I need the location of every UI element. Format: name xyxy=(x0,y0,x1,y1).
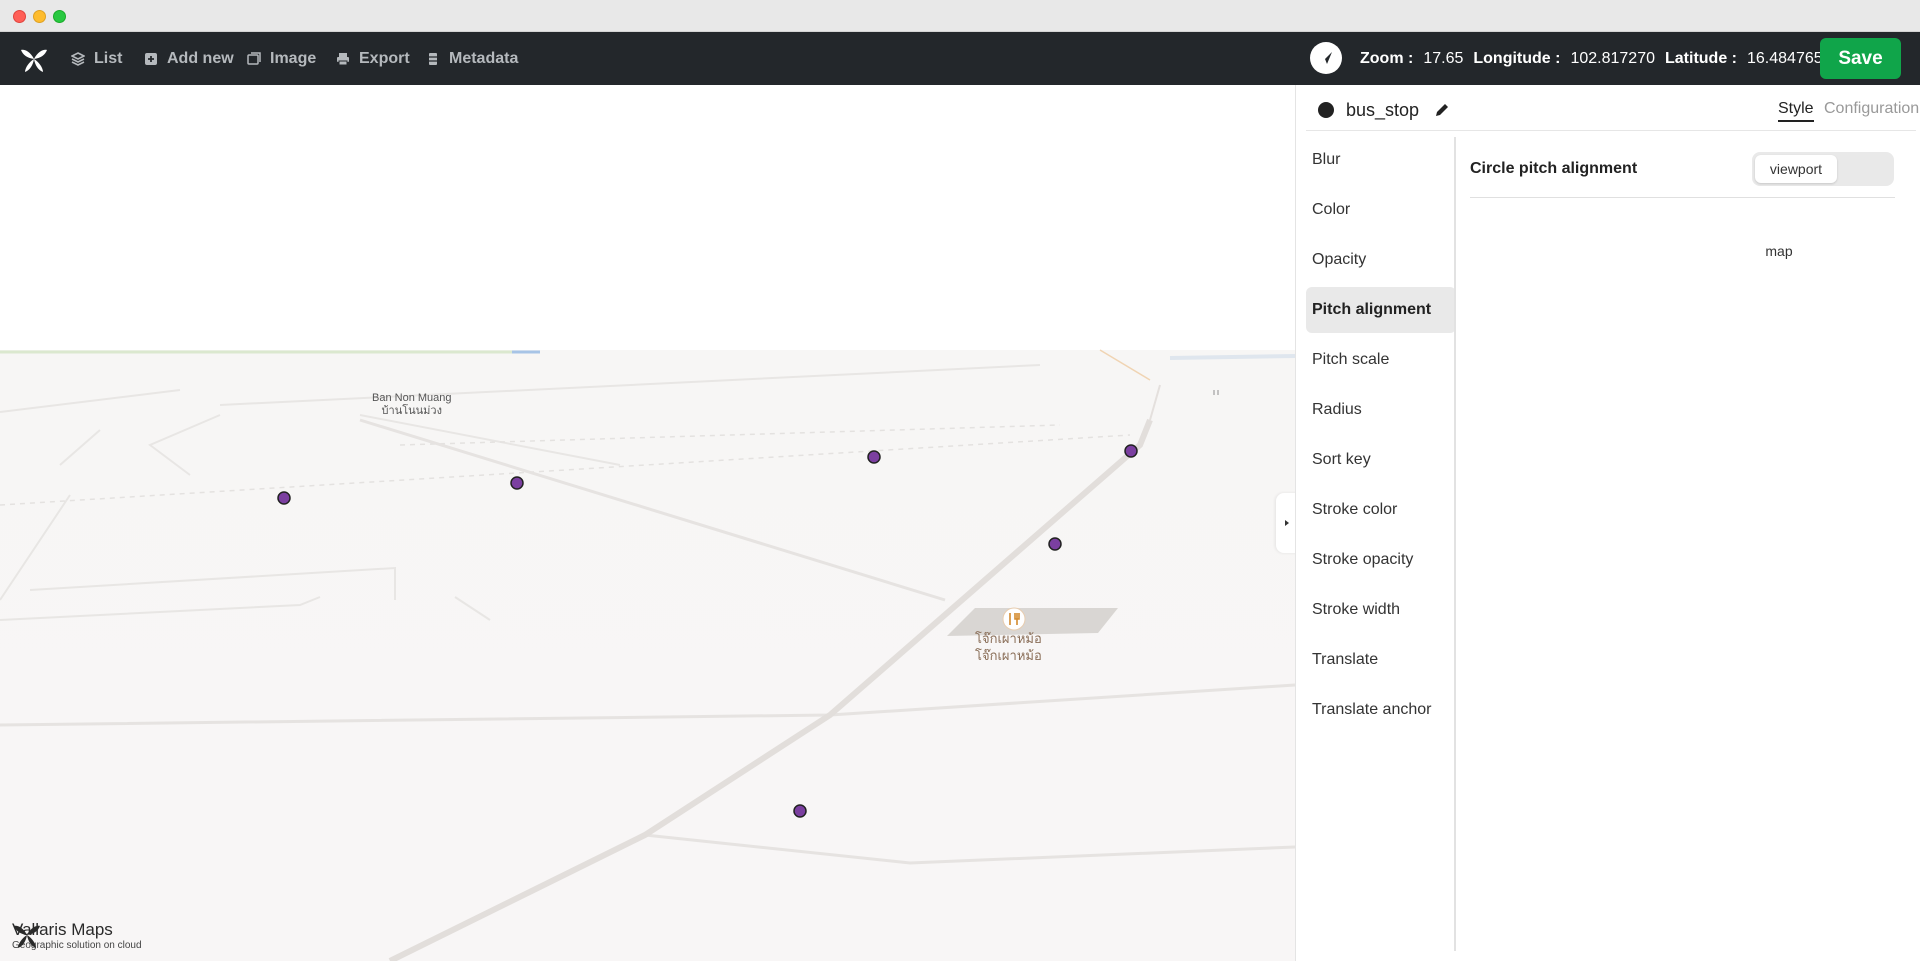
restaurant-poi-icon[interactable] xyxy=(1002,607,1026,631)
longitude-label: Longitude : xyxy=(1473,49,1561,67)
property-item-stroke-color[interactable]: Stroke color xyxy=(1306,487,1456,533)
property-title: Circle pitch alignment xyxy=(1470,160,1638,177)
compass-button[interactable] xyxy=(1310,42,1342,74)
window-titlebar xyxy=(0,0,1920,32)
toolbar-export-button[interactable]: Export xyxy=(336,32,410,85)
poi-label: โจ๊กเผาหม้อ โจ๊กเผาหม้อ xyxy=(975,630,1042,664)
navigation-arrow-icon xyxy=(1320,52,1332,64)
map-background xyxy=(0,349,1295,961)
zoom-value: 17.65 xyxy=(1423,49,1464,67)
layer-name: bus_stop xyxy=(1346,100,1420,120)
toolbar-image-button[interactable]: Image xyxy=(247,32,316,85)
place-label-th: บ้านโนนม่วง xyxy=(381,405,442,417)
pencil-icon[interactable] xyxy=(1434,102,1450,118)
place-label: Ban Non Muang บ้านโนนม่วง xyxy=(372,392,452,418)
vallaris-logo-icon xyxy=(14,925,40,948)
property-item-stroke-opacity[interactable]: Stroke opacity xyxy=(1306,537,1456,583)
property-item-blur[interactable]: Blur xyxy=(1306,137,1456,183)
toolbar-list-label: List xyxy=(94,49,123,67)
poi-label-line-1: โจ๊กเผาหม้อ xyxy=(975,631,1042,646)
pitch-alignment-toggle: map viewport xyxy=(1752,152,1894,265)
list-icon xyxy=(429,52,437,65)
minimize-window-button[interactable] xyxy=(33,10,46,23)
map-canvas[interactable]: Ban Non Muang บ้านโนนม่วง โจ๊กเผาหม้อ โจ… xyxy=(0,85,1295,961)
property-item-color[interactable]: Color xyxy=(1306,187,1456,233)
latitude-value: 16.484765 xyxy=(1747,49,1823,67)
bus-stop-marker[interactable] xyxy=(510,476,524,490)
tab-style[interactable]: Style xyxy=(1778,100,1814,122)
panel-divider xyxy=(1454,137,1456,951)
property-list: Blur Color Opacity Pitch alignment Pitch… xyxy=(1306,137,1456,737)
property-item-pitch-scale[interactable]: Pitch scale xyxy=(1306,337,1456,383)
option-map-button[interactable]: map xyxy=(1752,237,1806,265)
toolbar-add-new-label: Add new xyxy=(167,49,234,67)
property-item-translate-anchor[interactable]: Translate anchor xyxy=(1306,687,1456,733)
layers-icon xyxy=(71,51,85,66)
bus-stop-marker[interactable] xyxy=(1124,444,1138,458)
coordinate-readout: Zoom : 17.65 Longitude : 102.817270 Lati… xyxy=(1360,32,1833,85)
top-toolbar: List Add new Image Export Metadata Zoom … xyxy=(0,32,1920,85)
bus-stop-marker[interactable] xyxy=(867,450,881,464)
latitude-label: Latitude : xyxy=(1665,49,1737,67)
property-item-stroke-width[interactable]: Stroke width xyxy=(1306,587,1456,633)
property-item-sort-key[interactable]: Sort key xyxy=(1306,437,1456,483)
vallaris-brand: Vallaris Maps Geographic solution on clo… xyxy=(12,920,142,951)
vallaris-logo-icon[interactable] xyxy=(19,44,49,74)
toolbar-metadata-button[interactable]: Metadata xyxy=(426,32,518,85)
save-button[interactable]: Save xyxy=(1820,38,1901,79)
toolbar-metadata-label: Metadata xyxy=(449,49,519,67)
bus-stop-marker[interactable] xyxy=(277,491,291,505)
longitude-value: 102.817270 xyxy=(1570,49,1655,67)
caret-right-icon xyxy=(1285,520,1289,526)
layer-style-panel: bus_stop Style Configuration Blur Color … xyxy=(1295,85,1920,961)
property-item-translate[interactable]: Translate xyxy=(1306,637,1456,683)
place-label-en: Ban Non Muang xyxy=(372,392,452,404)
bus-stop-marker[interactable] xyxy=(793,804,807,818)
property-divider xyxy=(1470,197,1895,198)
tab-configuration[interactable]: Configuration xyxy=(1824,100,1919,118)
property-item-opacity[interactable]: Opacity xyxy=(1306,237,1456,283)
close-window-button[interactable] xyxy=(13,10,26,23)
toolbar-list-button[interactable]: List xyxy=(71,32,122,85)
maximize-window-button[interactable] xyxy=(53,10,66,23)
toolbar-export-label: Export xyxy=(359,49,410,67)
image-icon xyxy=(247,51,261,65)
toolbar-image-label: Image xyxy=(270,49,317,67)
zoom-label: Zoom : xyxy=(1360,49,1414,67)
property-item-pitch-alignment[interactable]: Pitch alignment xyxy=(1306,287,1456,333)
toolbar-add-new-button[interactable]: Add new xyxy=(144,32,234,85)
layer-color-swatch xyxy=(1318,102,1334,118)
bus-stop-marker[interactable] xyxy=(1048,537,1062,551)
plus-square-icon xyxy=(145,52,157,65)
property-item-radius[interactable]: Radius xyxy=(1306,387,1456,433)
panel-header: bus_stop Style Configuration xyxy=(1306,85,1919,131)
printer-icon xyxy=(337,52,349,65)
option-viewport-button[interactable]: viewport xyxy=(1755,155,1837,183)
poi-label-line-2: โจ๊กเผาหม้อ xyxy=(975,648,1042,663)
